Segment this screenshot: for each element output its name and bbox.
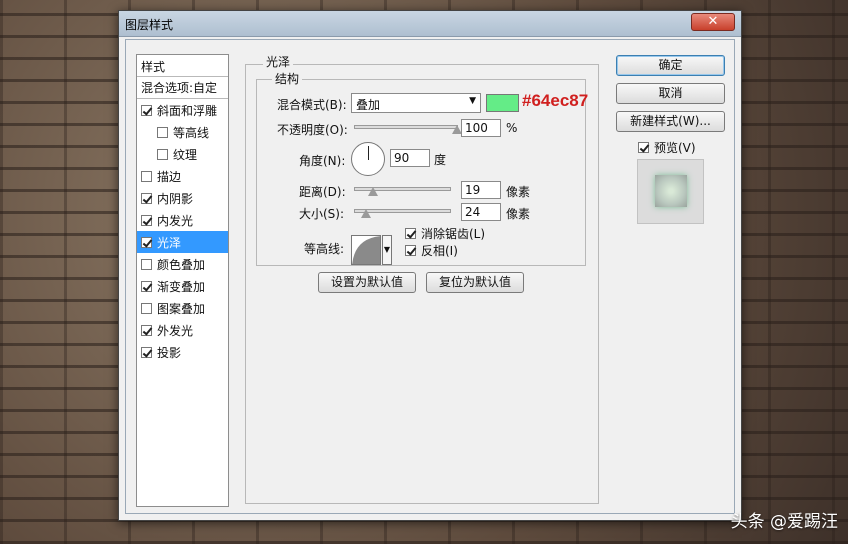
distance-label: 距离(D): xyxy=(299,185,346,199)
style-item-label: 内发光 xyxy=(157,213,194,228)
angle-unit: 度 xyxy=(434,153,447,167)
style-item-checkbox[interactable] xyxy=(141,280,152,292)
style-item[interactable]: 图案叠加 xyxy=(137,297,228,319)
style-item-checkbox[interactable] xyxy=(141,192,152,204)
close-button[interactable]: ✕ xyxy=(691,13,735,31)
style-item[interactable]: 斜面和浮雕 xyxy=(137,99,228,121)
color-swatch[interactable] xyxy=(486,94,519,112)
opacity-input[interactable]: 100 xyxy=(461,119,501,137)
style-item[interactable]: 光泽 xyxy=(137,231,228,253)
contour-dropdown-button[interactable]: ▼ xyxy=(382,235,392,265)
blend-options-item[interactable]: 混合选项:自定 xyxy=(137,77,228,99)
style-item-label: 光泽 xyxy=(157,235,182,250)
style-item[interactable]: 等高线 xyxy=(137,121,228,143)
style-preview xyxy=(637,159,704,224)
preview-row[interactable]: 预览(V) xyxy=(638,139,696,156)
angle-input[interactable]: 90 xyxy=(390,149,430,167)
distance-slider-thumb[interactable] xyxy=(368,187,379,196)
style-item-checkbox[interactable] xyxy=(141,302,152,314)
style-item[interactable]: 纹理 xyxy=(137,143,228,165)
anti-alias-row[interactable]: 消除锯齿(L) xyxy=(405,225,485,242)
style-item[interactable]: 描边 xyxy=(137,165,228,187)
size-label: 大小(S): xyxy=(299,207,345,221)
styles-list: 样式 混合选项:自定 斜面和浮雕等高线纹理描边内阴影内发光光泽颜色叠加渐变叠加图… xyxy=(136,54,229,507)
opacity-slider[interactable] xyxy=(354,125,462,134)
styles-header[interactable]: 样式 xyxy=(137,55,228,77)
style-item-checkbox[interactable] xyxy=(141,104,152,116)
style-item-label: 渐变叠加 xyxy=(157,279,206,294)
style-item[interactable]: 内发光 xyxy=(137,209,228,231)
invert-row[interactable]: 反相(I) xyxy=(405,242,458,259)
style-item-label: 等高线 xyxy=(173,125,210,140)
style-item-checkbox[interactable] xyxy=(141,214,152,226)
anti-alias-label: 消除锯齿(L) xyxy=(421,227,486,241)
blend-mode-label: 混合模式(B): xyxy=(277,98,347,112)
style-item[interactable]: 内阴影 xyxy=(137,187,228,209)
style-item-label: 投影 xyxy=(157,345,182,360)
angle-dial[interactable] xyxy=(351,142,385,176)
preview-thumbnail xyxy=(655,175,687,207)
size-slider[interactable] xyxy=(354,209,451,218)
distance-input[interactable]: 19 xyxy=(461,181,501,199)
style-item-label: 斜面和浮雕 xyxy=(157,103,218,118)
style-item-label: 纹理 xyxy=(173,147,198,162)
style-item-label: 图案叠加 xyxy=(157,301,206,316)
contour-curve-icon xyxy=(352,236,380,264)
style-item-label: 内阴影 xyxy=(157,191,194,206)
invert-label: 反相(I) xyxy=(421,244,458,258)
new-style-button[interactable]: 新建样式(W)... xyxy=(616,111,725,132)
color-annotation: #64ec87 xyxy=(522,91,589,110)
distance-slider[interactable] xyxy=(354,187,451,196)
style-item[interactable]: 颜色叠加 xyxy=(137,253,228,275)
window-title: 图层样式 xyxy=(125,18,174,32)
blend-options-label: 混合选项:自定 xyxy=(141,81,218,95)
style-item-label: 描边 xyxy=(157,169,182,184)
style-item[interactable]: 投影 xyxy=(137,341,228,363)
style-item-label: 外发光 xyxy=(157,323,194,338)
style-item-checkbox[interactable] xyxy=(157,148,168,160)
distance-unit: 像素 xyxy=(506,185,531,199)
angle-needle xyxy=(368,146,369,160)
style-item-label: 颜色叠加 xyxy=(157,257,206,272)
style-item-checkbox[interactable] xyxy=(141,346,152,358)
effect-items: 斜面和浮雕等高线纹理描边内阴影内发光光泽颜色叠加渐变叠加图案叠加外发光投影 xyxy=(137,99,228,363)
make-default-button[interactable]: 设置为默认值 xyxy=(318,272,416,293)
style-item-checkbox[interactable] xyxy=(141,170,152,182)
anti-alias-checkbox[interactable] xyxy=(405,228,416,239)
angle-label: 角度(N): xyxy=(299,154,346,168)
blend-mode-select[interactable]: 叠加 ▼ xyxy=(351,93,481,113)
cancel-button[interactable]: 取消 xyxy=(616,83,725,104)
size-slider-thumb[interactable] xyxy=(361,209,372,218)
contour-preview[interactable] xyxy=(351,235,381,265)
contour-label: 等高线: xyxy=(304,242,345,256)
invert-checkbox[interactable] xyxy=(405,245,416,256)
opacity-unit: % xyxy=(506,121,518,135)
chevron-down-icon: ▼ xyxy=(469,96,476,106)
layer-style-dialog: 图层样式 ✕ 样式 混合选项:自定 斜面和浮雕 等高线 纹理 描边 内阴影 内发光 光泽 颜色… xyxy=(118,10,742,521)
opacity-label: 不透明度(O): xyxy=(277,123,348,137)
size-input[interactable]: 24 xyxy=(461,203,501,221)
blend-mode-value: 叠加 xyxy=(356,98,381,112)
preview-label: 预览(V) xyxy=(654,141,696,155)
size-unit: 像素 xyxy=(506,207,531,221)
style-item-checkbox[interactable] xyxy=(141,258,152,270)
style-item[interactable]: 渐变叠加 xyxy=(137,275,228,297)
style-item-checkbox[interactable] xyxy=(157,126,168,138)
style-item[interactable]: 外发光 xyxy=(137,319,228,341)
preview-checkbox[interactable] xyxy=(638,142,649,153)
satin-section-title: 光泽 xyxy=(263,53,294,70)
watermark: 头条 @爱踢汪 xyxy=(730,512,838,532)
style-item-checkbox[interactable] xyxy=(141,324,152,336)
reset-default-button[interactable]: 复位为默认值 xyxy=(426,272,524,293)
ok-button[interactable]: 确定 xyxy=(616,55,725,76)
structure-group-title: 结构 xyxy=(272,70,303,87)
title-bar[interactable]: 图层样式 ✕ xyxy=(119,11,741,37)
style-item-checkbox[interactable] xyxy=(141,236,152,248)
